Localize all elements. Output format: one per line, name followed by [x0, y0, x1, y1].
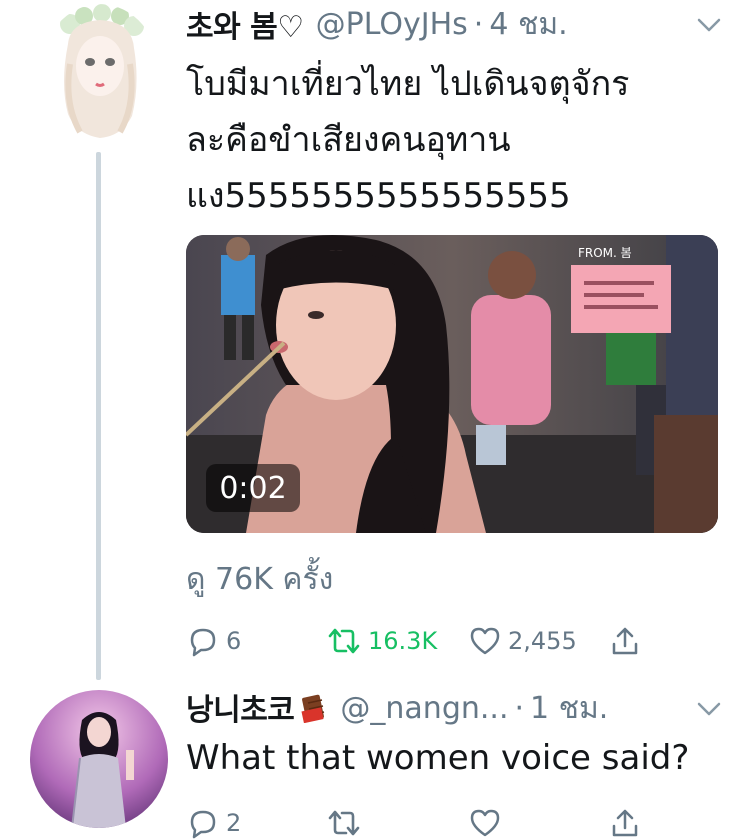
- tweet-header: 초와 봄♡ @PLOyJHs · 4 ชม.: [186, 2, 568, 46]
- like-count: 2,455: [508, 627, 577, 655]
- reply-icon: [190, 628, 216, 657]
- share-button[interactable]: [608, 624, 648, 658]
- svg-text:FROM. 봄: FROM. 봄: [578, 246, 632, 260]
- reply-button[interactable]: 6: [186, 624, 241, 658]
- thread-connector-line: [96, 152, 101, 680]
- author-name-heart: ♡: [277, 10, 304, 45]
- chevron-down-icon[interactable]: [692, 692, 726, 726]
- chevron-down-icon[interactable]: [692, 8, 726, 42]
- tweet-text-line: ละคือขำเสียงคนอุทาน: [186, 120, 511, 160]
- like-button[interactable]: 2,455: [468, 624, 577, 658]
- share-icon: [612, 627, 638, 655]
- retweet-icon: [328, 810, 360, 836]
- reply-button[interactable]: 2: [186, 806, 241, 840]
- video-duration-badge: 0:02: [206, 464, 300, 512]
- chocolate-icon: [298, 693, 328, 731]
- avatar[interactable]: [40, 4, 160, 144]
- author-handle[interactable]: @_nangn...: [340, 691, 508, 726]
- reply-timestamp[interactable]: 1 ชม.: [530, 685, 608, 732]
- like-icon: [470, 627, 500, 655]
- view-count: ดู 76K ครั้ง: [186, 562, 334, 597]
- retweet-count: 16.3K: [368, 627, 438, 655]
- reply-header: 낭니초코 @_nangn... · 1 ชม.: [186, 685, 608, 731]
- reply-icon: [190, 810, 216, 839]
- author-handle[interactable]: @PLOyJHs: [316, 7, 468, 42]
- retweet-button[interactable]: 16.3K: [326, 624, 437, 658]
- retweet-button[interactable]: [326, 806, 368, 840]
- separator-dot: ·: [514, 690, 525, 726]
- like-icon: [470, 809, 500, 837]
- tweet-text: โบมีมาเที่ยวไทย ไปเดินจตุจักร ละคือขำเสี…: [186, 56, 706, 224]
- retweet-icon: [328, 628, 360, 654]
- like-button[interactable]: [468, 806, 508, 840]
- tweet-text-line: โบมีมาเที่ยวไทย ไปเดินจตุจักร: [186, 64, 630, 104]
- tweet-text-line: แง5555555555555555: [186, 176, 571, 216]
- reply-text: What that women voice said?: [186, 738, 690, 778]
- reply-count: 2: [226, 809, 242, 837]
- share-button[interactable]: [608, 806, 648, 840]
- author-name[interactable]: 초와 봄♡: [186, 2, 304, 46]
- tweet-timestamp[interactable]: 4 ชม.: [489, 1, 567, 48]
- separator-dot: ·: [473, 6, 484, 42]
- avatar[interactable]: [30, 690, 168, 828]
- reply-count: 6: [226, 627, 242, 655]
- share-icon: [612, 809, 638, 837]
- author-name[interactable]: 낭니초코: [186, 685, 328, 731]
